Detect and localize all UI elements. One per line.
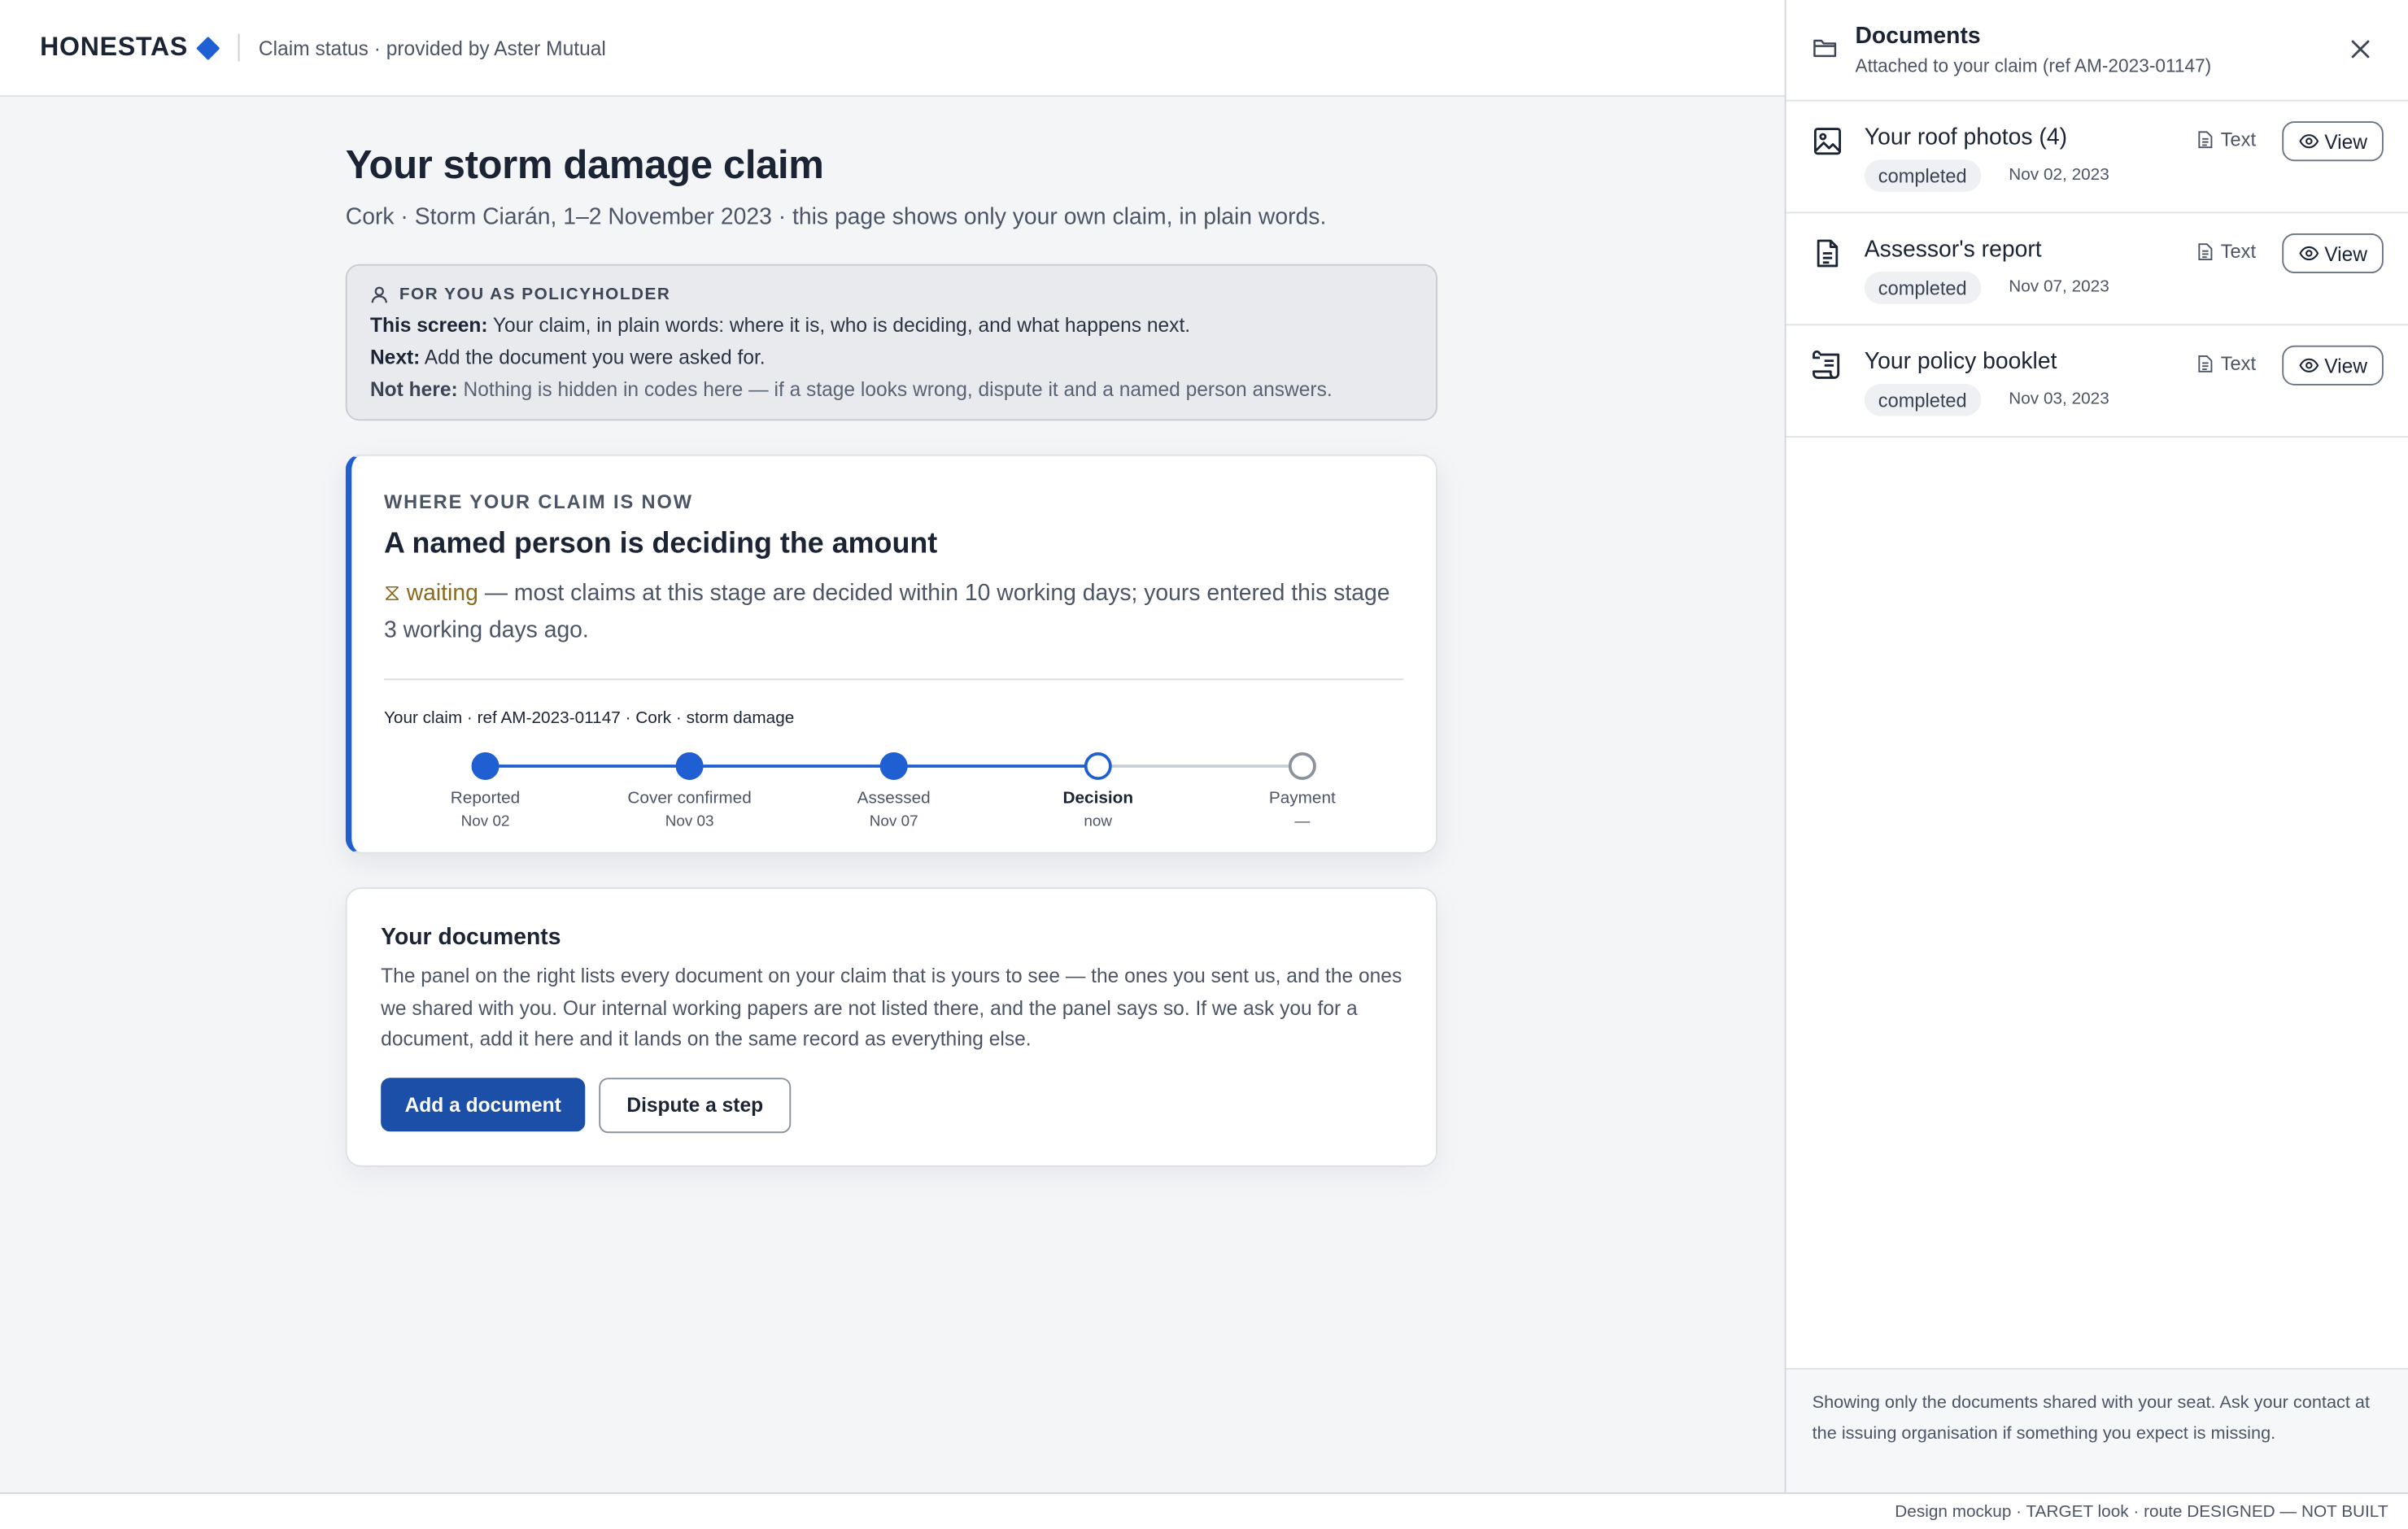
callout-label: Next: [369, 345, 421, 369]
text-link[interactable]: Text [2197, 353, 2257, 375]
callout-text: Nothing is hidden in codes here — if a s… [457, 377, 1333, 401]
status-detail-text: — most claims at this stage are decided … [383, 580, 1390, 643]
scroll-icon [1813, 350, 1840, 379]
callout-text: Add the document you were asked for. [420, 345, 766, 369]
callout-heading: FOR YOU AS POLICYHOLDER [370, 285, 1413, 304]
add-document-button[interactable]: Add a document [381, 1077, 586, 1131]
callout-text: Your claim, in plain words: where it is,… [487, 313, 1191, 337]
main-column: Your storm damage claim Cork · Storm Cia… [345, 141, 1437, 1166]
app-root: HONESTAS Claim status · provided by Aste… [0, 0, 2408, 1529]
top-bar: HONESTAS Claim status · provided by Aste… [0, 0, 1785, 97]
document-row[interactable]: Assessor's report completed Nov 07, 2023… [1786, 213, 2408, 326]
document-date: Nov 03, 2023 [2009, 390, 2109, 409]
documents-card: Your documents The panel on the right li… [345, 887, 1437, 1166]
claim-progress-stepper: Reported Nov 02 Cover confirmed Nov 03 Asses… [384, 740, 1403, 832]
documents-panel: Documents Attached to your claim (ref AM… [1784, 0, 2408, 1492]
panel-title: Documents [1855, 23, 1981, 50]
mockup-note: Design mockup · TARGET look · route DESI… [1895, 1503, 2388, 1522]
close-icon[interactable] [2348, 37, 2372, 61]
page-title: Your storm damage claim [345, 141, 824, 188]
brand-logo[interactable]: HONESTAS [40, 32, 221, 63]
panel-subtitle: Attached to your claim (ref AM-2023-0114… [1855, 54, 2212, 77]
step-date: Nov 02 [460, 813, 510, 831]
policyholder-callout: FOR YOU AS POLICYHOLDER This screen: You… [345, 264, 1437, 421]
step-marker-reported [471, 752, 499, 781]
document-name[interactable]: Your policy booklet [1865, 349, 2057, 375]
panel-footer-note: Showing only the documents shared with y… [1786, 1368, 2408, 1492]
callout-line-not-here: Not here: Nothing is hidden in codes her… [369, 377, 1413, 401]
claim-reference: Your claim · ref AM-2023-01147 · Cork · … [383, 709, 795, 728]
callout-label: Not here: [369, 377, 458, 401]
view-button-label: View [2324, 354, 2367, 377]
file-text-icon [2198, 131, 2213, 149]
step-marker-decision [1084, 752, 1112, 781]
document-name[interactable]: Assessor's report [1865, 237, 2042, 263]
brand-diamond-icon [196, 35, 221, 60]
documents-actions: Add a document Dispute a step [381, 1077, 1402, 1133]
step-label: Cover confirmed [627, 789, 752, 808]
step-marker-cover-confirmed [675, 752, 704, 781]
eye-icon [2298, 134, 2319, 149]
folder-icon [1813, 39, 1837, 58]
status-badge: completed [1864, 383, 1981, 416]
status-divider [383, 678, 1404, 681]
waiting-indicator: ⧖ waiting [383, 580, 478, 607]
view-button[interactable]: View [2282, 233, 2384, 274]
callout-heading-text: FOR YOU AS POLICYHOLDER [399, 285, 671, 304]
view-button-label: View [2324, 129, 2367, 153]
status-badge: completed [1864, 159, 1981, 192]
callout-line-screen: This screen: Your claim, in plain words:… [369, 313, 1413, 337]
stepper-graphic [471, 752, 1316, 781]
step-date: now [1084, 813, 1113, 831]
eye-icon [2298, 358, 2319, 372]
person-icon [371, 286, 387, 303]
view-button[interactable]: View [2282, 345, 2384, 386]
file-text-icon [2198, 243, 2213, 260]
document-row[interactable]: Your roof photos (4) completed Nov 02, 2… [1786, 102, 2408, 214]
documents-card-title: Your documents [381, 924, 561, 951]
text-link-label: Text [2220, 241, 2257, 263]
status-detail: ⧖ waiting — most claims at this stage ar… [384, 576, 1403, 650]
eye-icon [2298, 246, 2319, 261]
step-marker-assessed [879, 752, 908, 781]
step-label: Payment [1268, 789, 1336, 808]
image-icon [1813, 128, 1842, 155]
document-date: Nov 02, 2023 [2009, 165, 2109, 185]
claim-status-card: WHERE YOUR CLAIM IS NOW A named person i… [345, 454, 1437, 854]
document-row[interactable]: Your policy booklet completed Nov 03, 20… [1786, 325, 2408, 438]
document-date: Nov 07, 2023 [2009, 277, 2109, 297]
status-badge: completed [1864, 272, 1981, 304]
brand-name: HONESTAS [40, 32, 189, 62]
header-divider [238, 33, 241, 62]
step-marker-payment [1288, 752, 1316, 781]
panel-header: Documents Attached to your claim (ref AM… [1786, 0, 2408, 102]
page-subtitle: Cork · Storm Ciarán, 1–2 November 2023 ·… [345, 204, 1327, 231]
text-link-label: Text [2220, 353, 2257, 375]
document-name[interactable]: Your roof photos (4) [1865, 124, 2067, 150]
view-button[interactable]: View [2282, 121, 2384, 162]
step-label: Decision [1062, 789, 1134, 808]
file-text-icon [2198, 355, 2213, 372]
step-label: Assessed [857, 789, 931, 808]
view-button-label: View [2324, 242, 2367, 265]
step-date: — [1294, 813, 1311, 831]
page-footer: Design mockup · TARGET look · route DESI… [0, 1492, 2408, 1529]
dispute-step-button[interactable]: Dispute a step [599, 1077, 792, 1133]
callout-line-next: Next: Add the document you were asked fo… [369, 345, 1413, 369]
text-link[interactable]: Text [2197, 129, 2256, 150]
document-icon [1817, 239, 1839, 268]
status-title: A named person is deciding the amount [383, 528, 938, 561]
callout-label: This screen: [369, 313, 488, 337]
documents-card-text: The panel on the right lists every docum… [381, 964, 1402, 1051]
step-date: Nov 07 [869, 813, 918, 831]
text-link-label: Text [2220, 129, 2257, 151]
step-label: Reported [450, 789, 521, 808]
status-eyebrow: WHERE YOUR CLAIM IS NOW [383, 491, 693, 513]
text-link[interactable]: Text [2197, 241, 2257, 263]
step-date: Nov 03 [665, 813, 714, 831]
header-subtitle: Claim status · provided by Aster Mutual [258, 36, 606, 59]
